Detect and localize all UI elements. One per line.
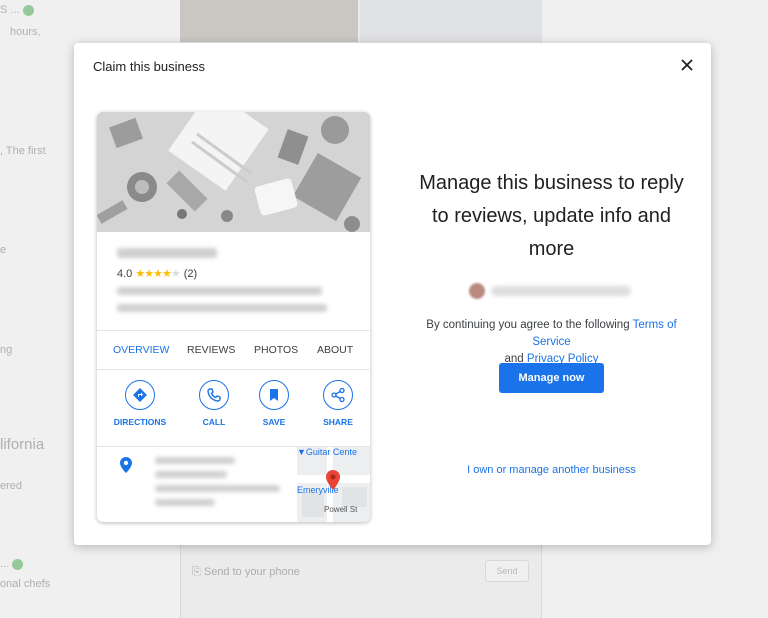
claim-info-pane: Manage this business to reply to reviews… — [414, 43, 689, 545]
share-button[interactable]: SHARE — [308, 380, 368, 427]
rating-count: (2) — [183, 268, 198, 280]
business-card: 4.0 ★★★★★ (2) OVERVIEW REVIEWS PHOTOS AB… — [97, 112, 370, 522]
card-tabs: OVERVIEW REVIEWS PHOTOS ABOUT — [97, 330, 370, 370]
claim-business-dialog: Claim this business 4.0 ★★★★★ (2) OVERVI… — [74, 43, 711, 545]
location-pin-icon — [120, 457, 132, 473]
directions-icon — [133, 388, 147, 402]
address-row: ▼Guitar Cente Emeryville Powell St — [97, 446, 370, 522]
phone-icon — [207, 388, 221, 402]
address-redacted — [155, 471, 227, 478]
manage-now-button[interactable]: Manage now — [499, 363, 604, 393]
card-actions: DIRECTIONS CALL SAVE SHARE — [97, 380, 370, 446]
address-line-redacted — [117, 304, 327, 312]
bookmark-icon — [270, 389, 278, 401]
address-redacted — [155, 457, 235, 464]
mini-map[interactable]: ▼Guitar Cente Emeryville Powell St — [297, 447, 370, 522]
rating-value: 4.0 — [117, 268, 133, 280]
rating-empty-star: ★ — [170, 268, 181, 280]
terms-text: By continuing you agree to the following… — [426, 319, 677, 365]
save-button[interactable]: SAVE — [244, 380, 304, 427]
own-another-business-link[interactable]: I own or manage another business — [414, 464, 689, 476]
business-placeholder-illustration — [97, 112, 370, 232]
tab-overview[interactable]: OVERVIEW — [113, 344, 169, 356]
address-line-redacted — [117, 287, 322, 295]
share-icon — [331, 387, 345, 403]
headline: Manage this business to reply to reviews… — [419, 172, 684, 260]
call-button[interactable]: CALL — [184, 380, 244, 427]
dialog-title: Claim this business — [93, 59, 205, 74]
business-rating: 4.0 ★★★★★ (2) — [117, 267, 197, 280]
directions-button[interactable]: DIRECTIONS — [110, 380, 170, 427]
rating-stars: ★★★★ — [135, 268, 171, 280]
tab-photos[interactable]: PHOTOS — [254, 344, 298, 356]
avatar — [469, 283, 485, 299]
business-info-blurred — [117, 248, 357, 258]
account-email-redacted — [491, 286, 631, 296]
tab-reviews[interactable]: REVIEWS — [187, 344, 235, 356]
map-label-street: Powell St — [324, 505, 358, 514]
map-label-guitar-center: ▼Guitar Cente — [297, 447, 357, 457]
address-redacted — [155, 485, 280, 492]
tab-about[interactable]: ABOUT — [317, 344, 353, 356]
address-redacted — [155, 499, 215, 506]
map-marker-icon — [326, 470, 340, 490]
business-name-redacted — [117, 248, 217, 258]
account-chip — [469, 283, 639, 299]
